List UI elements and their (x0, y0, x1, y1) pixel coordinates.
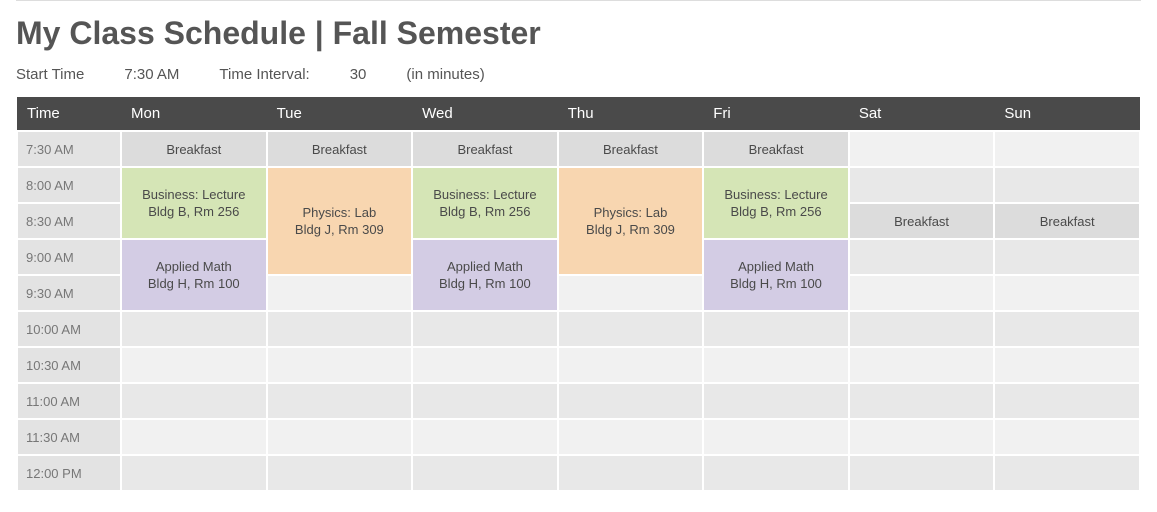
event-math: Applied Math Bldg H, Rm 100 (703, 239, 849, 311)
empty-cell (412, 383, 558, 419)
table-row: 10:00 AM (17, 311, 1140, 347)
empty-cell (267, 455, 413, 491)
event-physics: Physics: Lab Bldg J, Rm 309 (558, 167, 704, 275)
event-breakfast: Breakfast (412, 131, 558, 167)
empty-cell (121, 383, 267, 419)
header-sat: Sat (849, 97, 995, 131)
empty-cell (994, 383, 1140, 419)
empty-cell (994, 311, 1140, 347)
empty-cell (994, 275, 1140, 311)
empty-cell (849, 167, 995, 203)
empty-cell (849, 347, 995, 383)
empty-cell (849, 275, 995, 311)
empty-cell (703, 311, 849, 347)
empty-cell (558, 455, 704, 491)
event-math: Applied Math Bldg H, Rm 100 (121, 239, 267, 311)
event-breakfast: Breakfast (994, 203, 1140, 239)
empty-cell (412, 347, 558, 383)
empty-cell (121, 311, 267, 347)
header-tue: Tue (267, 97, 413, 131)
header-time: Time (17, 97, 121, 131)
time-cell: 8:30 AM (17, 203, 121, 239)
empty-cell (994, 167, 1140, 203)
empty-cell (849, 383, 995, 419)
interval-units: (in minutes) (406, 66, 484, 83)
empty-cell (703, 347, 849, 383)
time-cell: 10:00 AM (17, 311, 121, 347)
time-cell: 11:00 AM (17, 383, 121, 419)
header-row: Time Mon Tue Wed Thu Fri Sat Sun (17, 97, 1140, 131)
header-mon: Mon (121, 97, 267, 131)
empty-cell (994, 347, 1140, 383)
header-sun: Sun (994, 97, 1140, 131)
time-cell: 11:30 AM (17, 419, 121, 455)
event-business: Business: Lecture Bldg B, Rm 256 (703, 167, 849, 239)
empty-cell (849, 311, 995, 347)
interval-value: 30 (350, 66, 367, 83)
empty-cell (558, 311, 704, 347)
page-title: My Class Schedule | Fall Semester (16, 15, 1141, 52)
time-cell: 9:00 AM (17, 239, 121, 275)
empty-cell (412, 455, 558, 491)
event-breakfast: Breakfast (703, 131, 849, 167)
empty-cell (558, 419, 704, 455)
empty-cell (267, 347, 413, 383)
table-row: 11:30 AM (17, 419, 1140, 455)
start-time-value: 7:30 AM (124, 66, 179, 83)
empty-cell (849, 239, 995, 275)
empty-cell (267, 275, 413, 311)
empty-cell (121, 419, 267, 455)
event-business: Business: Lecture Bldg B, Rm 256 (412, 167, 558, 239)
event-breakfast: Breakfast (121, 131, 267, 167)
table-row: 7:30 AM Breakfast Breakfast Breakfast Br… (17, 131, 1140, 167)
time-cell: 10:30 AM (17, 347, 121, 383)
empty-cell (994, 455, 1140, 491)
header-thu: Thu (558, 97, 704, 131)
event-math: Applied Math Bldg H, Rm 100 (412, 239, 558, 311)
time-cell: 8:00 AM (17, 167, 121, 203)
table-row: 12:00 PM (17, 455, 1140, 491)
header-fri: Fri (703, 97, 849, 131)
interval-label: Time Interval: (219, 66, 309, 83)
event-breakfast: Breakfast (267, 131, 413, 167)
empty-cell (412, 419, 558, 455)
start-time-label: Start Time (16, 66, 84, 83)
empty-cell (558, 347, 704, 383)
header-wed: Wed (412, 97, 558, 131)
schedule-controls: Start Time 7:30 AM Time Interval: 30 (in… (16, 66, 1141, 83)
time-cell: 12:00 PM (17, 455, 121, 491)
table-row: 10:30 AM (17, 347, 1140, 383)
empty-cell (849, 455, 995, 491)
empty-cell (994, 131, 1140, 167)
event-physics: Physics: Lab Bldg J, Rm 309 (267, 167, 413, 275)
empty-cell (267, 311, 413, 347)
empty-cell (267, 383, 413, 419)
empty-cell (558, 275, 704, 311)
event-breakfast: Breakfast (849, 203, 995, 239)
empty-cell (994, 419, 1140, 455)
empty-cell (121, 455, 267, 491)
table-row: 8:00 AM Business: Lecture Bldg B, Rm 256… (17, 167, 1140, 203)
empty-cell (267, 419, 413, 455)
time-cell: 7:30 AM (17, 131, 121, 167)
empty-cell (121, 347, 267, 383)
empty-cell (849, 131, 995, 167)
empty-cell (703, 419, 849, 455)
empty-cell (703, 455, 849, 491)
event-business: Business: Lecture Bldg B, Rm 256 (121, 167, 267, 239)
table-row: 11:00 AM (17, 383, 1140, 419)
event-breakfast: Breakfast (558, 131, 704, 167)
empty-cell (412, 311, 558, 347)
time-cell: 9:30 AM (17, 275, 121, 311)
empty-cell (703, 383, 849, 419)
schedule-table: Time Mon Tue Wed Thu Fri Sat Sun 7:30 AM… (16, 97, 1141, 492)
empty-cell (558, 383, 704, 419)
empty-cell (849, 419, 995, 455)
empty-cell (994, 239, 1140, 275)
